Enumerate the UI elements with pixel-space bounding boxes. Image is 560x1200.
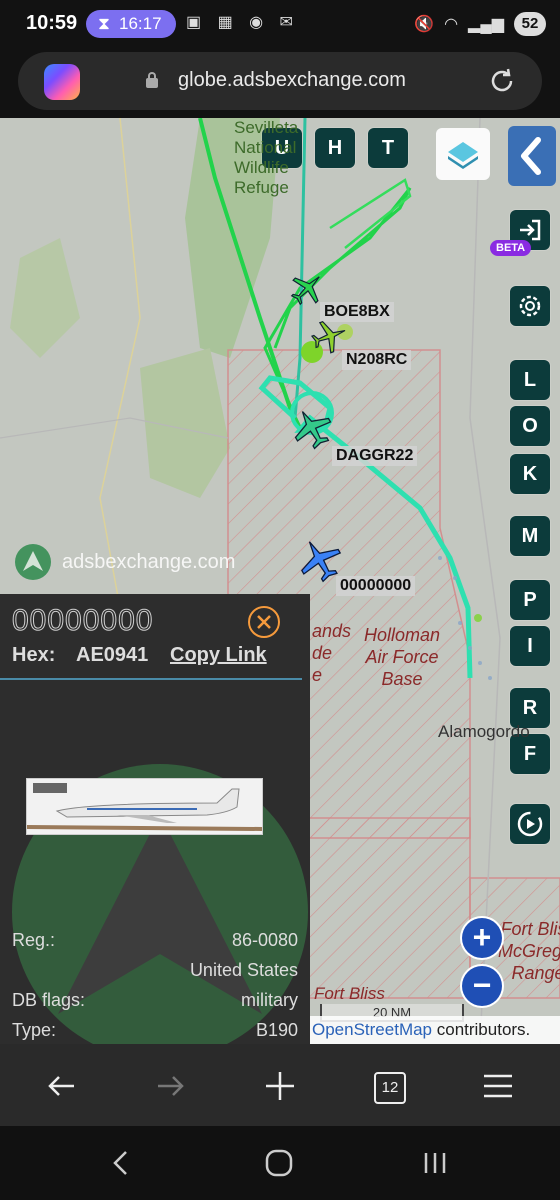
system-recents-icon[interactable] [420,1148,450,1178]
status-bar: 10:59 ⧗ 16:17 ▣ ▦ ◉ ✉ 🔇 ◠ ▂▄▆ 52 [0,0,560,48]
osm-link[interactable]: OpenStreetMap [312,1020,432,1039]
beta-badge: BETA [490,240,532,256]
layers-icon [448,142,478,169]
timer-pill[interactable]: ⧗ 16:17 [86,10,176,38]
status-time: 10:59 [26,12,78,34]
gear-icon [519,295,541,317]
toggle-l-button[interactable]: L [510,360,550,400]
close-icon [257,615,271,629]
hamburger-icon [484,1074,512,1098]
alamogordo-label: Alamogordo [438,722,530,741]
reg-label: Reg.: [12,930,56,950]
aircraft-photo[interactable] [26,778,263,835]
hex-label: Hex: [12,644,56,666]
tab-count-button[interactable]: 12 [374,1072,406,1104]
copilot-icon[interactable] [44,64,80,100]
replay-icon [517,811,543,837]
copy-link-button[interactable]: Copy Link [170,644,267,667]
label-daggr22[interactable]: DAGGR22 [332,446,418,466]
mute-icon: 🔇 [414,16,435,33]
timer-text: 16:17 [119,14,162,33]
fort-bliss-range-label: Fort Bliss McGregor Range [498,919,560,983]
type-value: B190 [255,1020,298,1040]
status-right: 🔇 ◠ ▂▄▆ 52 [414,10,546,38]
url-text[interactable]: globe.adsbexchange.com [178,69,406,92]
close-button[interactable] [248,606,280,638]
chevron-left-icon [521,137,541,175]
battery-badge: 52 [514,12,546,36]
layers-button[interactable] [436,128,490,180]
fort-bliss-label: Fort Bliss [314,984,385,1003]
sevilleta-label: Sevilleta National Wildlife Refuge [234,118,299,197]
db-flags-value: military [241,990,298,1010]
zoom-in-button[interactable]: + [462,918,502,958]
forward-button[interactable] [148,1064,192,1108]
zoom-out-button[interactable]: − [462,966,502,1006]
type-label: Type: [12,1020,57,1040]
signal-icon: ▂▄▆ [468,16,504,33]
toggle-t-button[interactable]: T [368,128,408,168]
toggle-p-button[interactable]: P [510,580,550,620]
browser-bottom-bar: 12 [0,1044,560,1126]
browser-toolbar: globe.adsbexchange.com [0,48,560,118]
hex-value: AE0941 [76,644,149,666]
panel-divider [0,678,302,680]
plus-icon [266,1072,294,1100]
lock-icon [146,72,158,88]
arrow-right-icon [158,1076,184,1096]
toggle-m-button[interactable]: M [510,516,550,556]
toggle-k-button[interactable]: K [510,454,550,494]
holloman-label: Holloman Air Force Base [364,625,441,689]
toggle-o-button[interactable]: O [510,406,550,446]
menu-button[interactable] [476,1064,520,1108]
callsign-title: 00000000 [11,604,154,638]
aircraft-photo-illustration [26,779,263,834]
settings-button[interactable] [510,286,550,326]
notification-icons: ▣ ▦ ◉ ✉ [186,14,299,31]
reg-value: 86-0080 [231,930,298,950]
toggle-h-button[interactable]: H [315,128,355,168]
db-flags-label: DB flags: [12,990,86,1010]
label-selected-aircraft[interactable]: 00000000 [336,576,416,596]
hourglass-icon: ⧗ [98,14,110,33]
replay-button[interactable] [510,804,550,844]
collapse-sidebar-button[interactable] [508,126,556,186]
back-button[interactable] [40,1064,84,1108]
reload-icon[interactable] [486,65,518,97]
system-back-icon[interactable] [106,1148,136,1178]
country-value: United States [189,960,298,980]
attribution-suffix: contributors. [432,1020,531,1039]
map-attribution: OpenStreetMap contributors. [310,1016,560,1044]
white-sands-label: ands de e [312,621,352,685]
toggle-i-button[interactable]: I [510,626,550,666]
adsbexchange-logo-icon [15,544,51,580]
label-n208rc[interactable]: N208RC [342,350,412,370]
aircraft-icon-daggr22[interactable] [290,406,334,450]
wifi-icon: ◠ [444,16,459,33]
address-bar[interactable]: globe.adsbexchange.com [18,52,542,110]
aircraft-info-panel: 00000000 Hex: AE0941 Copy Link Reg.: 86-… [0,594,310,1044]
new-tab-button[interactable] [258,1064,302,1108]
adsbexchange-watermark: adsbexchange.com [14,542,235,582]
arrow-left-icon [48,1076,74,1096]
system-home-icon[interactable] [264,1148,294,1178]
system-navigation-bar [0,1126,560,1200]
watermark-text: adsbexchange.com [62,550,236,573]
